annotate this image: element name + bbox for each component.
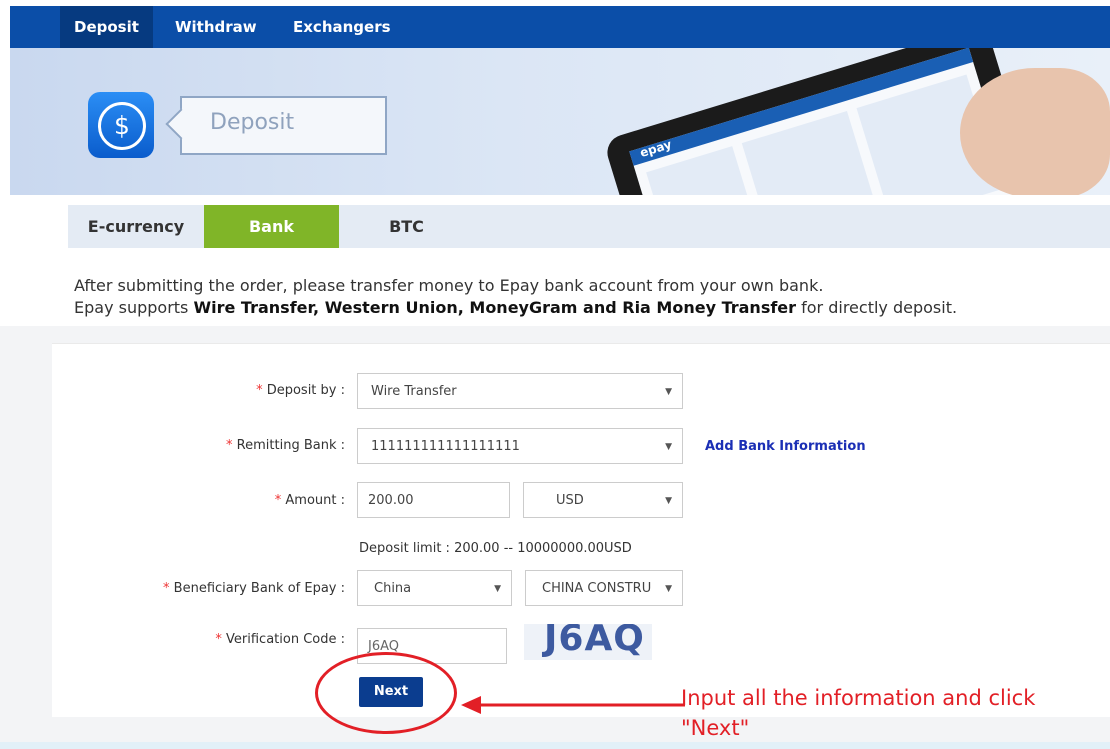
- currency-select[interactable]: USD ▼: [523, 482, 683, 518]
- deposit-by-value: Wire Transfer: [371, 384, 457, 399]
- amount-value: 200.00: [368, 493, 414, 508]
- banner-title: Deposit: [210, 110, 295, 135]
- tab-bank[interactable]: Bank: [204, 205, 339, 248]
- intro-prefix: Epay supports: [74, 298, 194, 317]
- deposit-by-label: * Deposit by :: [55, 383, 345, 398]
- chevron-down-icon: ▼: [665, 442, 672, 452]
- top-nav: Deposit Withdraw Exchangers: [10, 6, 1110, 48]
- banner-title-callout: Deposit: [165, 96, 387, 155]
- deposit-banner: $ Deposit epay: [10, 48, 1110, 195]
- nav-exchangers[interactable]: Exchangers: [279, 6, 405, 48]
- intro-line-2: Epay supports Wire Transfer, Western Uni…: [74, 297, 957, 319]
- intro-suffix: for directly deposit.: [796, 298, 958, 317]
- footer-strip: [0, 742, 1110, 749]
- hand-illustration: [960, 68, 1110, 195]
- nav-deposit[interactable]: Deposit: [60, 6, 153, 48]
- currency-value: USD: [556, 493, 584, 508]
- remitting-bank-select[interactable]: 111111111111111111 ▼: [357, 428, 683, 464]
- tab-btc[interactable]: BTC: [339, 205, 474, 248]
- intro-text: After submitting the order, please trans…: [74, 275, 957, 319]
- beneficiary-country-value: China: [374, 581, 412, 596]
- remitting-bank-label-text: Remitting Bank :: [236, 438, 345, 453]
- intro-line-1: After submitting the order, please trans…: [74, 276, 824, 295]
- captcha-text: J6AQ: [544, 624, 645, 659]
- intro-methods: Wire Transfer, Western Union, MoneyGram …: [193, 298, 797, 317]
- tab-e-currency[interactable]: E-currency: [68, 205, 204, 248]
- deposit-limit-text: Deposit limit : 200.00 -- 10000000.00USD: [359, 541, 632, 556]
- beneficiary-country-select[interactable]: China ▼: [357, 570, 512, 606]
- deposit-by-select[interactable]: Wire Transfer ▼: [357, 373, 683, 409]
- remitting-bank-value: 111111111111111111: [371, 439, 520, 454]
- beneficiary-bank-value: CHINA CONSTRU: [542, 581, 652, 596]
- dollar-sign-glyph: $: [98, 102, 146, 150]
- verification-code-label: * Verification Code :: [55, 632, 345, 647]
- dollar-circle-icon: $: [88, 92, 154, 158]
- required-mark: *: [226, 438, 233, 453]
- chevron-down-icon: ▼: [665, 584, 672, 594]
- amount-label-text: Amount :: [285, 493, 345, 508]
- annotation-text: Input all the information and click "Nex…: [681, 686, 1036, 740]
- annotation-circle: [315, 652, 457, 734]
- beneficiary-bank-select[interactable]: CHINA CONSTRU ▼: [525, 570, 683, 606]
- chevron-down-icon: ▼: [494, 584, 501, 594]
- beneficiary-bank-label: * Beneficiary Bank of Epay :: [55, 581, 345, 596]
- chevron-down-icon: ▼: [665, 496, 672, 506]
- deposit-by-label-text: Deposit by :: [266, 383, 345, 398]
- required-mark: *: [256, 383, 263, 398]
- verification-code-label-text: Verification Code :: [226, 632, 345, 647]
- add-bank-information-link[interactable]: Add Bank Information: [705, 439, 866, 454]
- amount-label: * Amount :: [55, 493, 345, 508]
- amount-input[interactable]: 200.00: [357, 482, 510, 518]
- required-mark: *: [215, 632, 222, 647]
- beneficiary-bank-label-text: Beneficiary Bank of Epay :: [173, 581, 345, 596]
- required-mark: *: [274, 493, 282, 508]
- annotation-arrow: [461, 696, 685, 714]
- epay-logo: epay: [638, 137, 674, 160]
- required-mark: *: [163, 581, 170, 596]
- callout-pointer: [165, 108, 197, 140]
- captcha-image[interactable]: J6AQ: [524, 624, 652, 660]
- tablet-screen: epay: [629, 48, 1015, 195]
- deposit-method-tabs: E-currency Bank BTC: [68, 205, 1110, 248]
- remitting-bank-label: * Remitting Bank :: [55, 438, 345, 453]
- nav-withdraw[interactable]: Withdraw: [161, 6, 271, 48]
- chevron-down-icon: ▼: [665, 387, 672, 397]
